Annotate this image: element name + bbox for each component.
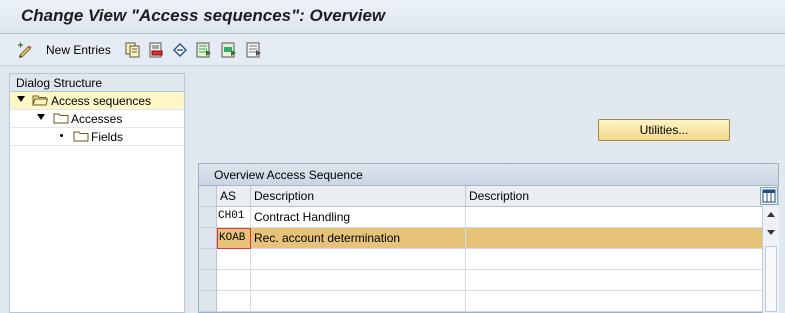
tree-item-fields[interactable]: Fields bbox=[10, 128, 184, 146]
cell-description-2[interactable] bbox=[466, 228, 779, 249]
deselect-all-icon[interactable] bbox=[246, 42, 262, 58]
scroll-up-arrow-icon[interactable] bbox=[766, 210, 776, 218]
empty-cell[interactable] bbox=[466, 270, 779, 291]
tree-item-label: Fields bbox=[91, 130, 124, 144]
empty-cell[interactable] bbox=[251, 291, 466, 312]
table-settings-icon[interactable] bbox=[760, 187, 778, 205]
new-entries-button[interactable]: New Entries bbox=[14, 34, 114, 66]
dialog-structure-panel: Dialog Structure Access sequences Access… bbox=[9, 73, 185, 313]
tree-item-label: Accesses bbox=[71, 112, 123, 126]
cell-description-2[interactable] bbox=[466, 207, 779, 228]
table-title: Overview Access Sequence bbox=[199, 164, 778, 186]
edit-pencil-icon bbox=[18, 42, 32, 58]
row-selector[interactable] bbox=[199, 291, 217, 312]
tree-item-access-sequences[interactable]: Access sequences bbox=[10, 92, 184, 110]
scroll-down-arrow-icon[interactable] bbox=[766, 229, 776, 237]
leaf-bullet-icon bbox=[60, 134, 63, 137]
utilities-button[interactable]: Utilities... bbox=[598, 119, 730, 141]
column-header-description[interactable]: Description bbox=[251, 186, 466, 207]
folder-icon bbox=[53, 113, 69, 124]
empty-cell[interactable] bbox=[466, 249, 779, 270]
select-all-rows-cell[interactable] bbox=[199, 186, 217, 207]
row-selector[interactable] bbox=[199, 249, 217, 270]
select-all-icon[interactable] bbox=[196, 42, 212, 58]
empty-cell[interactable] bbox=[251, 249, 466, 270]
folder-icon bbox=[73, 131, 89, 142]
page-title: Change View "Access sequences": Overview bbox=[21, 6, 386, 25]
tree-item-accesses[interactable]: Accesses bbox=[10, 110, 184, 128]
vertical-scrollbar[interactable] bbox=[762, 206, 779, 313]
open-folder-icon bbox=[32, 95, 48, 106]
row-selector[interactable] bbox=[199, 270, 217, 291]
cell-access-sequence[interactable]: KOAB bbox=[217, 228, 251, 249]
expand-triangle-icon[interactable] bbox=[37, 114, 45, 120]
column-header-as[interactable]: AS bbox=[217, 186, 251, 207]
empty-cell[interactable] bbox=[217, 249, 251, 270]
empty-cell[interactable] bbox=[217, 270, 251, 291]
column-header-description-2[interactable]: Description bbox=[466, 186, 779, 207]
tree-item-label: Access sequences bbox=[51, 94, 152, 108]
dialog-structure-header: Dialog Structure bbox=[10, 74, 184, 92]
empty-cell[interactable] bbox=[217, 291, 251, 312]
row-selector[interactable] bbox=[199, 228, 217, 249]
select-block-icon[interactable] bbox=[221, 42, 237, 58]
delete-icon[interactable] bbox=[148, 42, 164, 58]
row-selector[interactable] bbox=[199, 207, 217, 228]
undo-icon[interactable] bbox=[172, 42, 188, 58]
new-entries-label: New Entries bbox=[46, 43, 111, 57]
cell-description[interactable]: Rec. account determination bbox=[251, 228, 466, 249]
copy-icon[interactable] bbox=[125, 42, 141, 58]
empty-cell[interactable] bbox=[251, 270, 466, 291]
title-bar: Change View "Access sequences": Overview bbox=[0, 0, 785, 34]
overview-table: Overview Access Sequence AS Description … bbox=[198, 163, 779, 313]
empty-cell[interactable] bbox=[466, 291, 779, 312]
scroll-thumb[interactable] bbox=[765, 246, 777, 312]
application-toolbar: New Entries bbox=[0, 34, 785, 66]
cell-access-sequence[interactable]: CH01 bbox=[217, 207, 251, 228]
cell-description[interactable]: Contract Handling bbox=[251, 207, 466, 228]
expand-triangle-icon[interactable] bbox=[17, 96, 25, 102]
